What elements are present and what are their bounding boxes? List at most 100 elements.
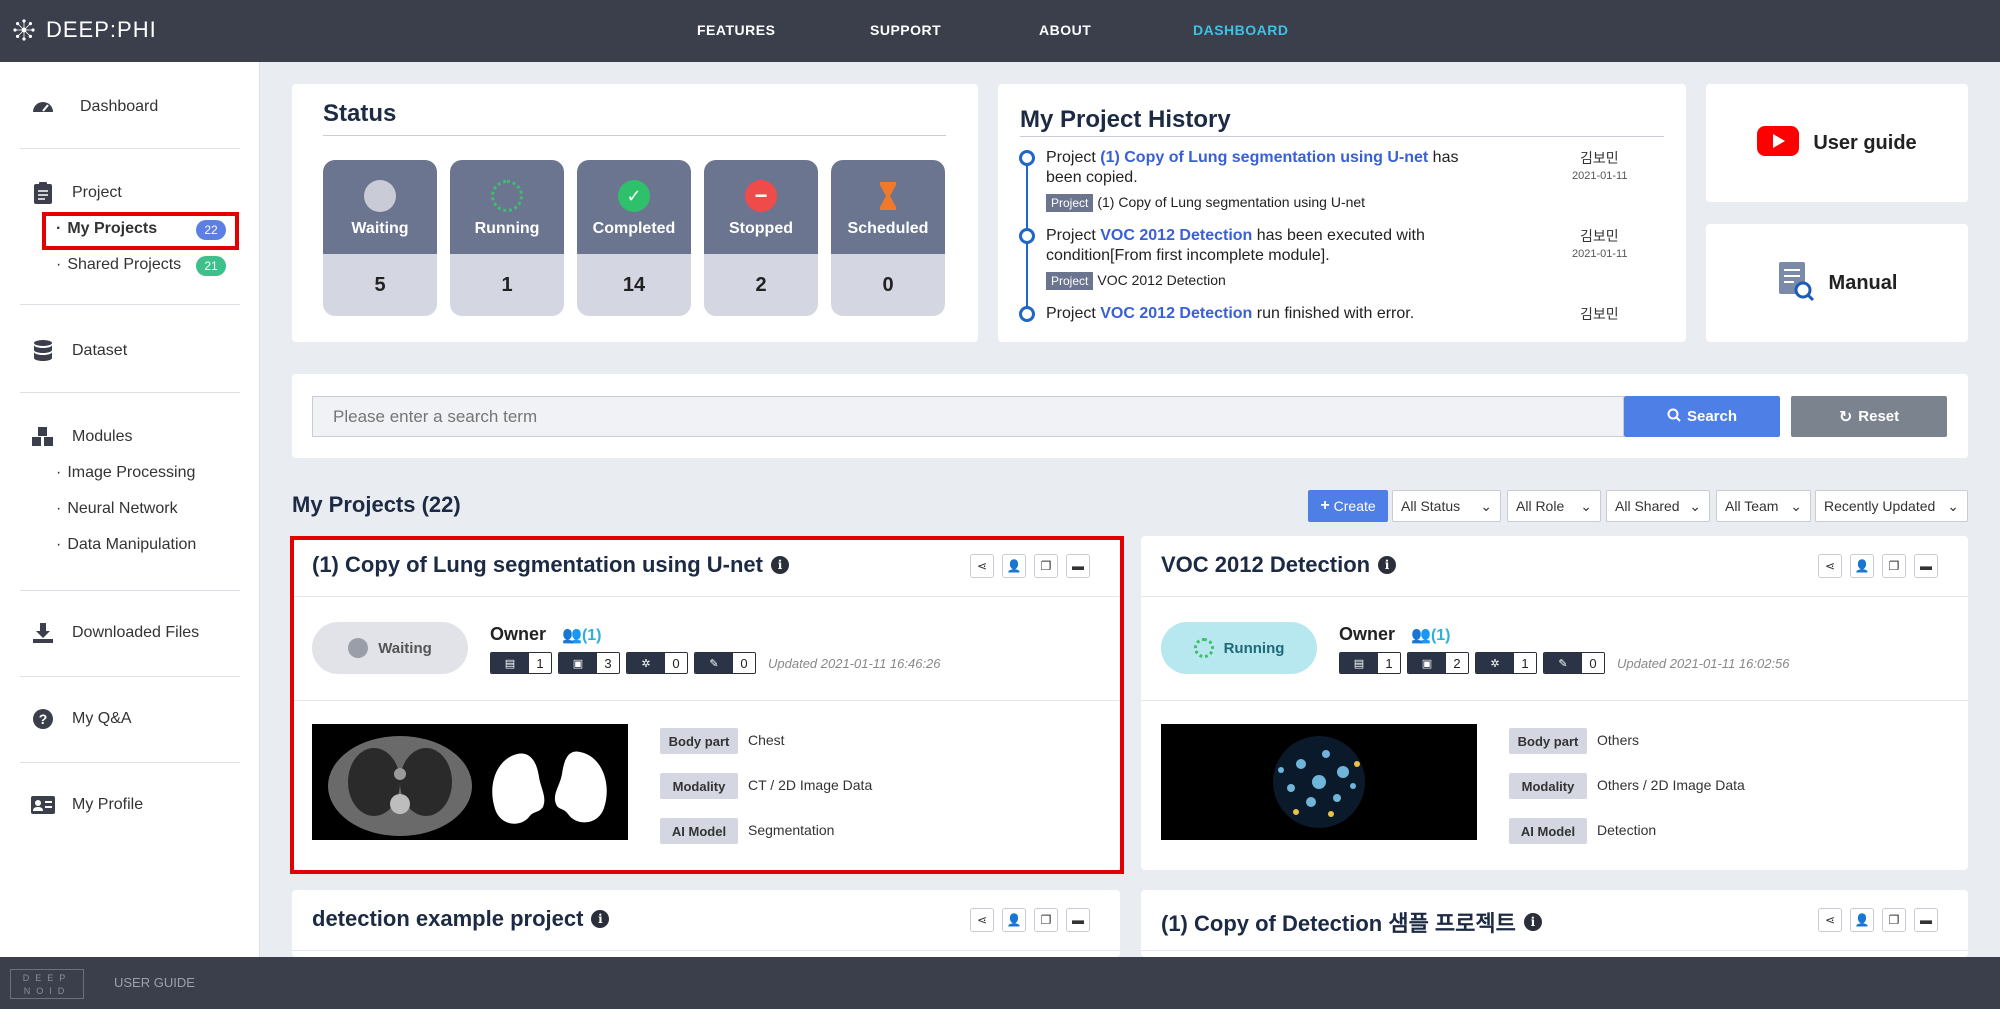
sidebar-label-project: Project [72,184,122,201]
info-icon[interactable]: i [1378,556,1397,574]
add-user-icon[interactable]: 👤 [1002,908,1026,932]
share-icon[interactable]: ⋖ [970,908,994,932]
search-button[interactable]: Search [1624,396,1780,437]
trash-icon[interactable]: ▬ [1066,908,1090,932]
history-date: 2021-01-11 [1572,248,1628,260]
modality-value: Others / 2D Image Data [1597,777,1745,793]
info-icon[interactable]: i [591,910,610,928]
ai-model-label: AI Model [1509,818,1587,844]
sidebar-item-dashboard[interactable]: Dashboard [30,94,158,120]
role-filter-select[interactable]: All Role ⌄ [1507,490,1601,522]
database-icon [30,338,56,364]
status-count: 2 [704,254,818,316]
filter-value: All Status [1401,498,1461,514]
team-members[interactable]: 👥(1) [1411,625,1450,645]
footer: DEEP NOID USER GUIDE [0,957,2000,1009]
project-title[interactable]: (1) Copy of Detection 샘플 프로젝트 [1161,906,1516,938]
filter-value: All Role [1516,498,1565,514]
project-title-row: (1) Copy of Detection 샘플 프로젝트 i [1161,906,1542,938]
manual-card[interactable]: Manual [1706,224,1968,342]
trash-icon[interactable]: ▬ [1914,908,1938,932]
sidebar-label-image-processing: Image Processing [67,464,196,481]
divider [20,676,240,677]
status-label: Scheduled [847,220,929,237]
history-project-link[interactable]: (1) Copy of Lung segmentation using U-ne… [1100,149,1428,166]
filter-value: All Team [1725,498,1779,514]
database-icon: ▤ [1340,653,1378,673]
stat-value: 1 [1378,653,1400,673]
timeline-dot [1019,150,1035,166]
history-text: Project [1046,305,1101,322]
search-input[interactable] [312,396,1624,437]
nav-dashboard[interactable]: DASHBOARD [1193,22,1289,38]
trash-icon[interactable]: ▬ [1914,554,1938,578]
clipboard-icon [30,180,56,206]
status-tile-completed[interactable]: ✓ Completed 14 [577,160,691,316]
sidebar-item-shared-projects[interactable]: · Shared Projects [56,256,181,274]
sidebar-item-my-qa[interactable]: ? My Q&A [30,706,132,732]
footer-logo[interactable]: DEEP NOID [10,969,84,999]
sidebar-item-image-processing[interactable]: · Image Processing [56,464,195,482]
highlight-frame [42,212,239,250]
sort-select[interactable]: Recently Updated ⌄ [1815,490,1968,522]
status-tile-running[interactable]: Running 1 [450,160,564,316]
project-tag: Project [1046,272,1094,290]
reset-button[interactable]: ↻ Reset [1791,396,1947,437]
shared-filter-select[interactable]: All Shared ⌄ [1606,490,1710,522]
stat-value: 1 [1514,653,1536,673]
footer-user-guide-link[interactable]: USER GUIDE [114,975,195,990]
status-tile-scheduled[interactable]: Scheduled 0 [831,160,945,316]
divider [20,148,240,149]
status-pill-label: Running [1223,639,1285,657]
project-card[interactable]: VOC 2012 Detection i ⋖ 👤 ❐ ▬ Running Owne… [1141,536,1968,870]
dataset-stat: ▤ 1 [1339,652,1401,674]
copy-icon[interactable]: ❐ [1034,908,1058,932]
status-tile-stopped[interactable]: − Stopped 2 [704,160,818,316]
sidebar-item-my-profile[interactable]: My Profile [30,792,143,818]
sidebar-item-dataset[interactable]: Dataset [30,338,127,364]
project-card[interactable]: (1) Copy of Detection 샘플 프로젝트 i ⋖ 👤 ❐ ▬ [1141,890,1968,957]
status-pill: Running [1161,622,1317,674]
share-icon[interactable]: ⋖ [1818,554,1842,578]
id-card-icon [30,792,56,818]
history-item: Project (1) Copy of Lung segmentation us… [1046,148,1486,212]
search-icon [1667,408,1681,426]
status-filter-select[interactable]: All Status ⌄ [1392,490,1501,522]
nav-about[interactable]: ABOUT [1039,22,1091,38]
sidebar-item-modules[interactable]: Modules [30,424,132,450]
copy-icon[interactable]: ❐ [1882,554,1906,578]
nav-features[interactable]: FEATURES [697,22,775,38]
add-user-icon[interactable]: 👤 [1850,908,1874,932]
question-icon: ? [30,706,56,732]
chevron-down-icon: ⌄ [1947,497,1959,514]
status-count: 1 [450,254,564,316]
manual-label: Manual [1828,271,1898,294]
project-title[interactable]: detection example project [312,906,583,932]
chevron-down-icon: ⌄ [1480,497,1492,514]
sidebar-item-neural-network[interactable]: · Neural Network [56,500,178,518]
status-count: 14 [577,254,691,316]
share-icon[interactable]: ⋖ [1818,908,1842,932]
create-button[interactable]: + Create [1308,490,1388,522]
history-tag-text: (1) Copy of Lung segmentation using U-ne… [1097,194,1366,210]
copy-icon[interactable]: ❐ [1882,908,1906,932]
info-icon[interactable]: i [1523,913,1542,931]
nav-support[interactable]: SUPPORT [870,22,941,38]
history-project-link[interactable]: VOC 2012 Detection [1100,227,1252,244]
add-user-icon[interactable]: 👤 [1850,554,1874,578]
sidebar-item-downloaded-files[interactable]: Downloaded Files [30,620,199,646]
status-tile-waiting[interactable]: Waiting 5 [323,160,437,316]
team-filter-select[interactable]: All Team ⌄ [1716,490,1811,522]
project-title[interactable]: VOC 2012 Detection [1161,552,1370,578]
divider [20,590,240,591]
sidebar-item-data-manipulation[interactable]: · Data Manipulation [56,536,196,554]
history-project-link[interactable]: VOC 2012 Detection [1100,305,1252,322]
user-guide-card[interactable]: User guide [1706,84,1968,202]
history-item: Project VOC 2012 Detection run finished … [1046,304,1486,324]
project-card[interactable]: detection example project i ⋖ 👤 ❐ ▬ [292,890,1120,957]
sidebar-item-project[interactable]: Project [30,180,122,206]
owner-row: Owner 👥(1) [1339,624,1451,645]
sidebar-label-dataset: Dataset [72,342,128,359]
users-icon: 👥 [1411,626,1431,644]
divider [1141,950,1968,951]
